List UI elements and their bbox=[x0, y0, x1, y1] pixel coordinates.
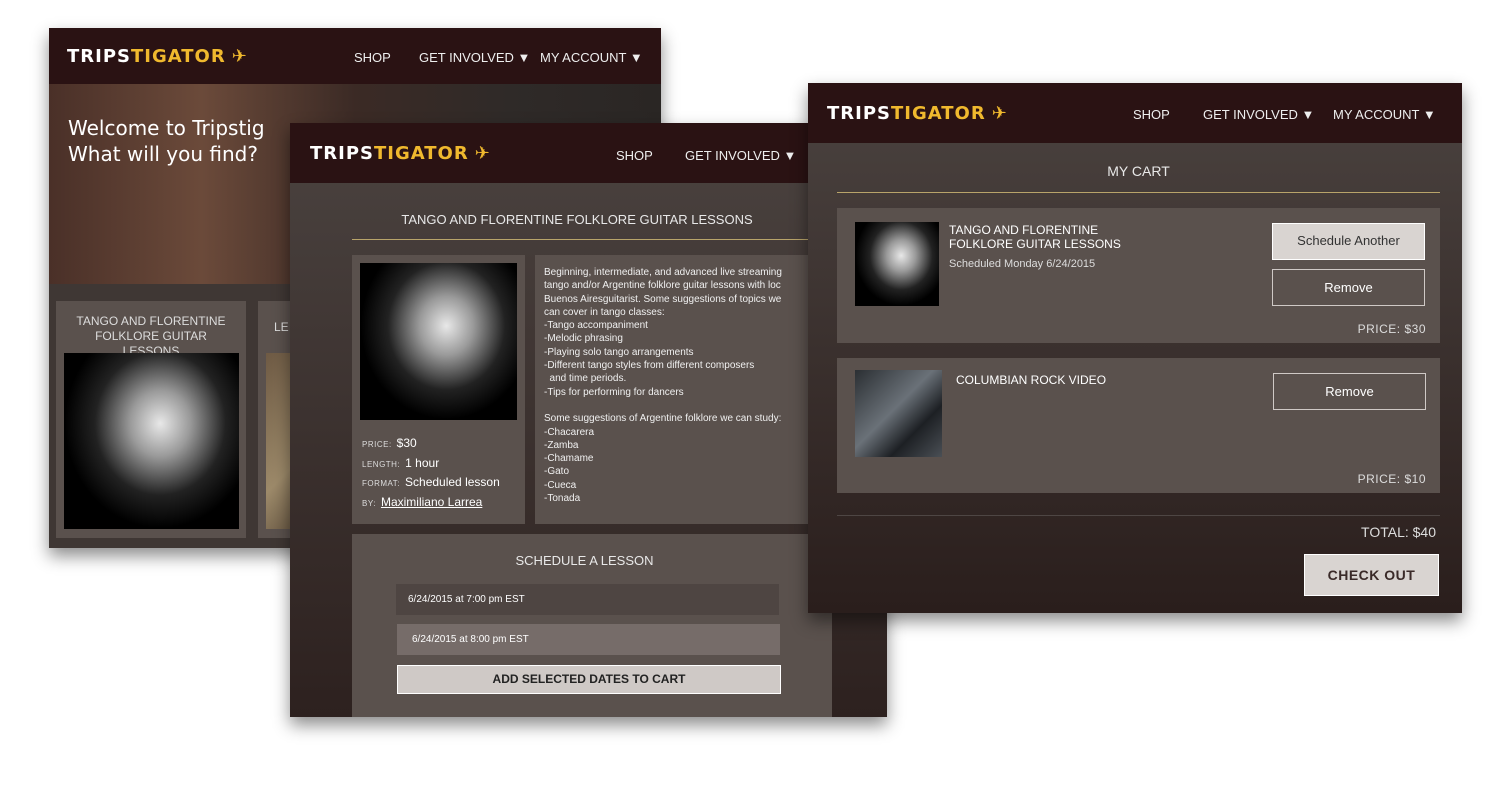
instructor-link[interactable]: Maximiliano Larrea bbox=[381, 495, 482, 509]
item-title-line: TANGO AND FLORENTINE bbox=[949, 223, 1099, 237]
by-row: BY: Maximiliano Larrea bbox=[362, 495, 482, 509]
logo-text-trips: TRIPS bbox=[310, 143, 374, 164]
nav-shop[interactable]: SHOP bbox=[616, 148, 653, 163]
nav-get-involved[interactable]: GET INVOLVED ▼ bbox=[685, 148, 796, 163]
cart-item: COLUMBIAN ROCK VIDEO Remove PRICE: $10 bbox=[837, 358, 1440, 493]
price-row: PRICE: $30 bbox=[362, 436, 417, 450]
format-label: FORMAT: bbox=[362, 479, 401, 488]
add-to-cart-button[interactable]: ADD SELECTED DATES TO CART bbox=[397, 665, 781, 694]
cart-item: TANGO AND FLORENTINE FOLKLORE GUITAR LESS… bbox=[837, 208, 1440, 343]
item-thumbnail bbox=[855, 370, 942, 457]
length-value: 1 hour bbox=[405, 456, 440, 470]
nav-bar: TRIPSTIGATOR ✈ SHOP GET INVOLVED ▼ MY ACC… bbox=[808, 83, 1462, 143]
date-option-selected[interactable]: 6/24/2015 at 8:00 pm EST bbox=[397, 624, 780, 655]
nav-get-involved[interactable]: GET INVOLVED ▼ bbox=[1203, 107, 1314, 122]
lesson-window: TRIPSTIGATOR ✈ SHOP GET INVOLVED ▼ TANGO … bbox=[290, 123, 887, 717]
remove-button[interactable]: Remove bbox=[1272, 269, 1425, 306]
logo[interactable]: TRIPSTIGATOR ✈ bbox=[310, 143, 491, 164]
logo-text-trips: TRIPS bbox=[67, 46, 131, 67]
nav-get-involved[interactable]: GET INVOLVED ▼ bbox=[419, 50, 530, 65]
item-price: PRICE: $30 bbox=[1357, 322, 1426, 336]
bird-icon: ✈ bbox=[991, 103, 1008, 124]
logo-text-tigator: TIGATOR bbox=[374, 143, 469, 164]
description-panel: Beginning, intermediate, and advanced li… bbox=[535, 255, 825, 524]
welcome-line-1: Welcome to Tripstig bbox=[68, 116, 265, 140]
product-card[interactable]: TANGO AND FLORENTINE FOLKLORE GUITAR LES… bbox=[56, 301, 246, 538]
schedule-another-button[interactable]: Schedule Another bbox=[1272, 223, 1425, 260]
item-price: PRICE: $10 bbox=[1357, 472, 1426, 486]
cart-window: TRIPSTIGATOR ✈ SHOP GET INVOLVED ▼ MY ACC… bbox=[808, 83, 1462, 613]
logo-text-tigator: TIGATOR bbox=[131, 46, 226, 67]
title-divider bbox=[837, 192, 1440, 193]
logo[interactable]: TRIPSTIGATOR ✈ bbox=[67, 46, 248, 67]
length-row: LENGTH: 1 hour bbox=[362, 456, 439, 470]
logo-text-trips: TRIPS bbox=[827, 103, 891, 124]
guitarist-photo bbox=[64, 353, 239, 529]
schedule-panel: SCHEDULE A LESSON 6/24/2015 at 7:00 pm E… bbox=[352, 534, 832, 717]
format-value: Scheduled lesson bbox=[405, 475, 500, 489]
remove-button[interactable]: Remove bbox=[1273, 373, 1426, 410]
item-schedule-date: Scheduled Monday 6/24/2015 bbox=[949, 258, 1096, 270]
bird-icon: ✈ bbox=[231, 46, 248, 67]
format-row: FORMAT: Scheduled lesson bbox=[362, 475, 500, 489]
cart-total: TOTAL: $40 bbox=[1361, 524, 1436, 540]
lesson-title: TANGO AND FLORENTINE FOLKLORE GUITAR LES… bbox=[401, 212, 753, 227]
item-title: COLUMBIAN ROCK VIDEO bbox=[956, 373, 1107, 387]
bird-icon: ✈ bbox=[474, 143, 491, 164]
cart-title: MY CART bbox=[1107, 163, 1170, 179]
nav-shop[interactable]: SHOP bbox=[354, 50, 391, 65]
price-value: $30 bbox=[396, 436, 417, 450]
logo-text-tigator: TIGATOR bbox=[891, 103, 986, 124]
nav-my-account[interactable]: MY ACCOUNT ▼ bbox=[1333, 107, 1436, 122]
length-label: LENGTH: bbox=[362, 460, 401, 469]
nav-bar: TRIPSTIGATOR ✈ SHOP GET INVOLVED ▼ bbox=[290, 123, 887, 183]
date-option[interactable]: 6/24/2015 at 7:00 pm EST bbox=[396, 584, 779, 615]
item-title-line: FOLKLORE GUITAR LESSONS bbox=[949, 237, 1121, 251]
nav-my-account[interactable]: MY ACCOUNT ▼ bbox=[540, 50, 643, 65]
title-divider bbox=[352, 239, 872, 240]
lesson-info-panel: PRICE: $30 LENGTH: 1 hour FORMAT: Scheduled… bbox=[352, 255, 525, 524]
item-thumbnail bbox=[855, 222, 939, 306]
by-label: BY: bbox=[362, 499, 376, 508]
total-divider bbox=[837, 515, 1440, 516]
logo[interactable]: TRIPSTIGATOR ✈ bbox=[827, 103, 1008, 124]
schedule-title: SCHEDULE A LESSON bbox=[515, 553, 654, 568]
lesson-description: Beginning, intermediate, and advanced li… bbox=[544, 267, 782, 505]
nav-bar: TRIPSTIGATOR ✈ SHOP GET INVOLVED ▼ MY ACC… bbox=[49, 28, 661, 84]
welcome-line-2: What will you find? bbox=[68, 142, 258, 166]
guitarist-photo bbox=[360, 263, 517, 420]
price-label: PRICE: bbox=[362, 440, 392, 449]
checkout-button[interactable]: CHECK OUT bbox=[1304, 554, 1439, 596]
nav-shop[interactable]: SHOP bbox=[1133, 107, 1170, 122]
item-title: TANGO AND FLORENTINE FOLKLORE GUITAR LESS… bbox=[949, 223, 1121, 251]
